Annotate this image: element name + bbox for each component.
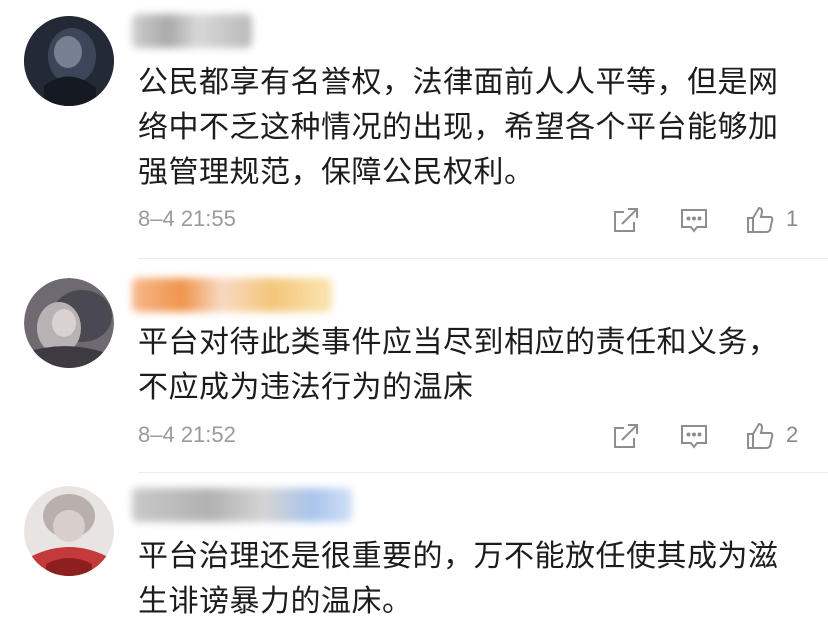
comment-meta: 8–4 21:55 1 bbox=[138, 204, 808, 240]
thumbs-up-icon[interactable] bbox=[744, 420, 776, 452]
avatar-image bbox=[24, 486, 114, 576]
share-icon[interactable] bbox=[610, 204, 642, 236]
username[interactable] bbox=[132, 278, 332, 312]
comment-meta: 8–4 21:52 2 bbox=[138, 420, 808, 456]
timestamp: 8–4 21:52 bbox=[138, 422, 236, 447]
like-count: 1 bbox=[786, 206, 799, 231]
avatar-image bbox=[24, 278, 114, 368]
divider bbox=[138, 472, 828, 473]
thumbs-up-icon[interactable] bbox=[744, 204, 776, 236]
divider bbox=[138, 258, 828, 259]
comment-icon[interactable] bbox=[678, 204, 710, 236]
avatar-image bbox=[24, 16, 114, 106]
avatar[interactable] bbox=[24, 16, 114, 106]
avatar[interactable] bbox=[24, 278, 114, 368]
like-count: 2 bbox=[786, 422, 799, 447]
comment-text: 公民都享有名誉权，法律面前人人平等，但是网络中不乏这种情况的出现，希望各个平台能… bbox=[138, 65, 779, 190]
comment-icon[interactable] bbox=[678, 420, 710, 452]
comment-text: 平台对待此类事件应当尽到相应的责任和义务，不应成为违法行为的温床 bbox=[138, 325, 779, 405]
share-icon[interactable] bbox=[610, 420, 642, 452]
comment-text: 平台治理还是很重要的，万不能放任使其成为滋生诽谤暴力的温床。 bbox=[138, 539, 779, 619]
timestamp: 8–4 21:55 bbox=[138, 206, 236, 231]
avatar[interactable] bbox=[24, 486, 114, 576]
username[interactable] bbox=[132, 488, 352, 522]
username[interactable] bbox=[132, 14, 252, 48]
